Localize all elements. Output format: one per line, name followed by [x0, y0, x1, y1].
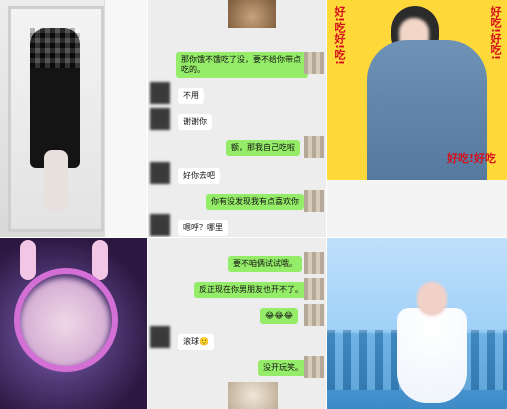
chat-bubble-me: 你有没发现我有点喜欢你	[206, 194, 304, 210]
sticker-photo[interactable]: 好!吃好!吃! 好吃!好吃! 好吃!好吃	[327, 0, 507, 237]
chat-bubble-other: 不用	[178, 88, 204, 104]
avatar	[150, 162, 170, 184]
mirror-selfie-photo[interactable]	[0, 0, 147, 237]
legs	[44, 150, 68, 210]
avatar	[150, 108, 170, 130]
sticker-text-left: 好!吃好!吃!	[333, 6, 346, 66]
sticker-text-bottom: 好吃!好吃	[447, 152, 497, 165]
chat-bubble-me: 反正现在你男朋友也开不了。	[194, 282, 308, 298]
blurred-face	[417, 282, 447, 316]
chat-bubble-other: 谢谢你	[178, 114, 212, 130]
avatar	[150, 214, 170, 236]
photo-grid: 那你饿不饿吃了没，要不给你带点吃的。 不用 谢谢你 额，那我自己吃啦 好你去吧 …	[0, 0, 507, 409]
chat-bubble-me: 要不咱俩试试哦。	[228, 256, 302, 272]
avatar	[304, 190, 324, 212]
sticker-text-right: 好吃!好吃!	[489, 6, 502, 61]
cat-image-message[interactable]	[228, 0, 276, 28]
avatar	[150, 82, 170, 104]
avatar	[304, 136, 324, 158]
white-dress	[397, 308, 467, 403]
headset	[14, 268, 118, 372]
avatar	[304, 52, 324, 74]
chat-bubble-me: 额，那我自己吃啦	[226, 140, 300, 156]
avatar	[304, 252, 324, 274]
chat-bubble-me: 没开玩笑。	[258, 360, 308, 376]
chat-bubble-other: 嗯呼？哪里	[178, 220, 228, 236]
avatar	[304, 356, 324, 378]
chat-screenshot-top[interactable]: 那你饿不饿吃了没，要不给你带点吃的。 不用 谢谢你 额，那我自己吃啦 好你去吧 …	[148, 0, 326, 237]
avatar	[304, 278, 324, 300]
bunny-ear-left	[20, 240, 36, 280]
chat-screenshot-bottom[interactable]: 要不咱俩试试哦。 反正现在你男朋友也开不了。 😂😂😂 滚球🙂 没开玩笑。	[148, 238, 326, 409]
pixelated-face	[30, 28, 80, 68]
bunny-ear-right	[92, 240, 108, 280]
door	[104, 0, 147, 237]
avatar	[304, 304, 324, 326]
avatar	[150, 326, 170, 348]
seaside-photo[interactable]	[327, 238, 507, 409]
chat-bubble-other: 滚球🙂	[178, 334, 214, 350]
chat-bubble-other: 好你去吧	[178, 168, 220, 184]
headset-selfie-photo[interactable]	[0, 238, 147, 409]
chat-bubble-me: 那你饿不饿吃了没，要不给你带点吃的。	[176, 52, 308, 78]
dog-image-message[interactable]	[228, 382, 278, 409]
papers	[327, 180, 507, 237]
chat-bubble-me: 😂😂😂	[260, 308, 299, 324]
